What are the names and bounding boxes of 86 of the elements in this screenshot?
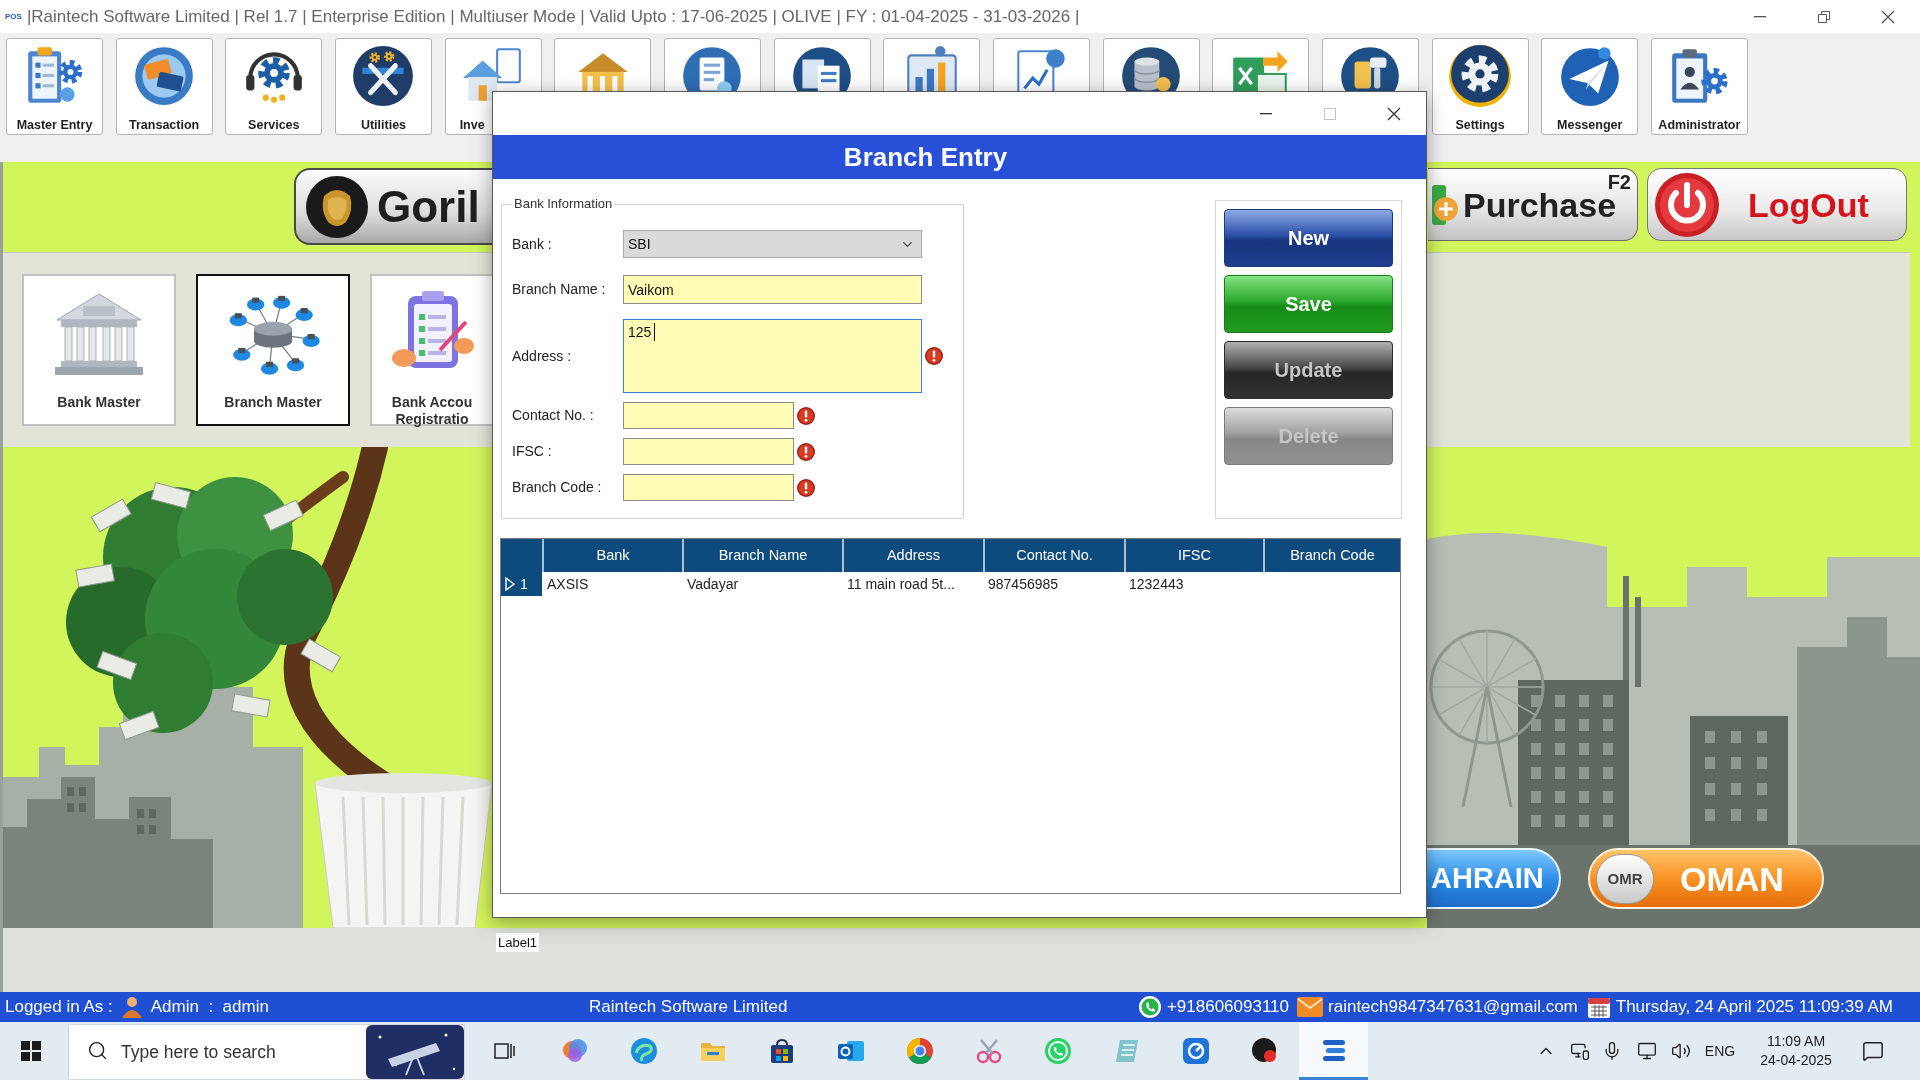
toolbar-button[interactable]: Transaction	[115, 38, 213, 135]
field-label: Branch Code :	[512, 478, 603, 497]
brand-button[interactable]: Goril	[294, 168, 492, 245]
currency-coin: OMR	[1596, 853, 1654, 904]
text-field[interactable]	[623, 402, 794, 429]
field-label: IFSC :	[512, 442, 553, 461]
monitor-icon[interactable]	[1637, 1041, 1657, 1061]
clock[interactable]: 11:09 AM 24-04-2025	[1750, 1032, 1842, 1070]
wave-circle-icon	[629, 1037, 658, 1065]
group-title: Bank Information	[513, 196, 614, 212]
user-label: Logged in As :	[5, 996, 113, 1019]
country-button[interactable]: OMR OMAN	[1588, 848, 1824, 909]
window-title: |Raintech Software Limited | Rel 1.7 | Enterprise Edition | Multiuser Mode | Valid Upto : 17-06-2025 | OLIVE | FY : 01-04-2025 - 31-03-2026 |	[26, 5, 1080, 28]
menu-tile[interactable]: Bank Accou Registratio	[370, 274, 492, 426]
text-field[interactable]	[623, 474, 794, 501]
calendar-icon	[1587, 996, 1610, 1018]
user-name: Admin : admin	[150, 996, 269, 1019]
restore-icon	[1818, 10, 1830, 23]
column-header[interactable]: Branch Code	[1263, 539, 1400, 572]
email-address: raintech9847347631@gmail.com	[1328, 996, 1578, 1019]
phone-bubble-icon	[1138, 996, 1161, 1018]
search-icon	[87, 1040, 108, 1061]
column-header[interactable]: Bank	[542, 539, 682, 572]
minimize-icon	[1260, 112, 1272, 115]
column-header[interactable]: IFSC	[1124, 539, 1263, 572]
table-cell-text: 1232443	[1128, 574, 1185, 594]
maximize-icon	[1324, 107, 1336, 120]
language-indicator[interactable]: ENG	[1700, 1040, 1740, 1062]
label-text: Label1	[496, 933, 540, 952]
menu-tile[interactable]: Branch Master	[196, 274, 350, 426]
minimize-icon	[1754, 15, 1766, 18]
speaker-icon[interactable]	[1671, 1041, 1691, 1061]
toolbar-button[interactable]: Services	[225, 38, 323, 135]
devices-icon[interactable]	[1570, 1041, 1590, 1061]
task-view-icon	[494, 1041, 516, 1061]
row-header[interactable]: 1	[501, 572, 542, 596]
toolbar-button[interactable]: Administrator	[1650, 38, 1748, 135]
phone-number: +918606093110	[1166, 996, 1290, 1019]
menu-tile[interactable]: Bank Master	[22, 274, 176, 426]
text-field[interactable]: Vaikom	[623, 275, 922, 304]
close-icon	[1881, 9, 1895, 24]
column-header[interactable]: Branch Name	[682, 539, 842, 572]
dialog-heading: Branch Entry	[493, 135, 1426, 179]
shield-emblem-icon	[306, 175, 368, 238]
row-number: 1	[520, 574, 528, 594]
table-cell-text: Vadayar	[686, 574, 740, 594]
field-label: Branch Name :	[512, 280, 607, 299]
triangle-icon	[505, 577, 515, 591]
person-icon	[120, 996, 143, 1018]
date-time: Thursday, 24 April 2025 11:09:39 AM	[1615, 996, 1893, 1019]
clock-time: 11:09 AM	[1766, 1032, 1826, 1051]
toolbar-button[interactable]: Master Entry	[6, 38, 103, 135]
settings-icon	[1447, 43, 1514, 109]
table-cell-text: 11 main road 5t...	[846, 574, 956, 594]
field-label: Address :	[512, 346, 573, 366]
toolbar-button[interactable]: Utilities	[334, 38, 432, 135]
app-logo: POS	[5, 12, 22, 21]
close-icon	[1387, 106, 1401, 121]
table-cell-text: AXSIS	[546, 574, 590, 594]
text-field[interactable]	[623, 438, 794, 465]
table-cell-text: 987456985	[987, 574, 1060, 594]
field-label: Contact No. :	[512, 406, 595, 425]
clock-date: 24-04-2025	[1760, 1051, 1832, 1070]
toolbar-button[interactable]: Messenger	[1541, 38, 1639, 135]
notification-icon[interactable]	[1862, 1040, 1884, 1062]
envelope-icon	[1297, 997, 1324, 1017]
plus-icon	[1432, 184, 1460, 225]
toolbar-button[interactable]: Settings	[1431, 38, 1529, 135]
four-panes-icon	[21, 1041, 41, 1061]
gauge-icon	[1181, 1037, 1210, 1065]
dot-circle-icon	[1250, 1037, 1279, 1065]
scissors-icon	[974, 1037, 1003, 1065]
overlapping-circles-icon	[560, 1037, 589, 1065]
logout-button[interactable]: LogOut	[1647, 168, 1907, 241]
dropdown[interactable]: SBI	[623, 230, 922, 258]
field-label: Bank :	[512, 234, 553, 254]
segmented-ring-icon	[905, 1037, 934, 1065]
action-button[interactable]: New	[1224, 209, 1393, 267]
company-name: Raintech Software Limited	[589, 996, 788, 1019]
column-header[interactable]: Address	[842, 539, 983, 572]
column-header[interactable]: Contact No.	[983, 539, 1124, 572]
chat-phone-icon	[1043, 1037, 1072, 1065]
action-button[interactable]: Save	[1224, 275, 1393, 333]
text-cursor-icon	[654, 323, 656, 341]
power-icon	[1655, 172, 1719, 237]
text-area[interactable]: 125	[623, 319, 922, 393]
